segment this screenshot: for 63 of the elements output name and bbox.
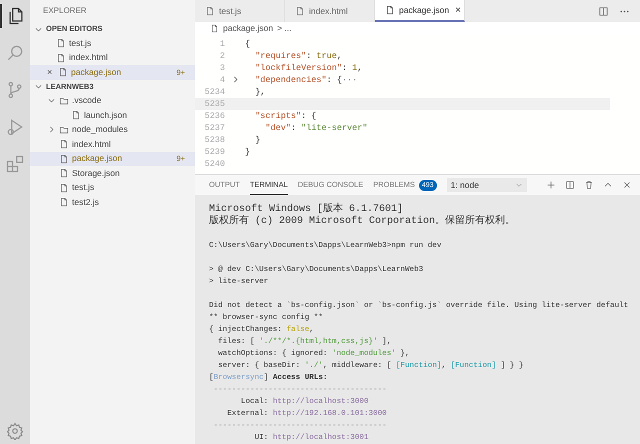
line-number: 5234: [204, 86, 225, 98]
chevron-icon: [514, 181, 523, 189]
file-icon: [59, 182, 69, 193]
close-button[interactable]: ×: [47, 66, 55, 79]
code-line: "dev": "lite-server": [264, 122, 368, 134]
file-icon: [205, 6, 215, 16]
file-icon: [210, 24, 219, 33]
folder-icon: [59, 124, 69, 135]
search-icon: [5, 43, 25, 63]
file-item[interactable]: .vscode: [30, 94, 195, 108]
file-item[interactable]: test.js: [30, 36, 195, 50]
code-line: "dependencies": {···: [254, 74, 358, 86]
line-number: 5236: [204, 110, 225, 122]
split-icon: [565, 180, 575, 190]
line-number: 4: [218, 74, 225, 86]
editor-tab[interactable]: package.json ×: [375, 0, 465, 22]
file-icon: [59, 168, 69, 178]
trash-icon: [584, 180, 594, 190]
split-editor-icon: [598, 6, 609, 16]
file-icon: [59, 197, 69, 208]
code-line: },: [254, 86, 266, 98]
file-item[interactable]: launch.json: [30, 108, 195, 122]
file-icon: [385, 5, 395, 15]
line-number: 5240: [204, 158, 225, 170]
file-icon: [58, 67, 68, 78]
breadcrumb-item[interactable]: package.json: [223, 22, 274, 35]
code-line: "scripts": {: [254, 110, 316, 122]
plus-icon: [546, 180, 556, 190]
close-icon: [622, 180, 632, 190]
line-number: 5235: [204, 98, 225, 110]
line-number: 5238: [204, 134, 225, 146]
line-number: 2: [218, 50, 225, 62]
sidebar-title: EXPLORER: [42, 5, 88, 17]
code-line: "lockfileVersion": 1,: [254, 62, 362, 74]
terminal-dropdown[interactable]: 1: node: [446, 178, 527, 192]
file-item[interactable]: node_modules: [30, 122, 195, 137]
code-line: }: [254, 134, 260, 146]
line-number: 1: [218, 38, 225, 50]
line-number: 5237: [204, 122, 225, 134]
folder-icon: [59, 96, 69, 106]
file-icon: [71, 110, 81, 120]
file-item[interactable]: test.js: [30, 180, 195, 195]
close-button[interactable]: ×: [455, 2, 461, 18]
file-item[interactable]: Storage.json: [30, 166, 195, 180]
code-line: }: [245, 146, 250, 158]
file-icon: [56, 52, 66, 63]
breadcrumb-item[interactable]: > ...: [277, 22, 292, 35]
code-line: {: [245, 38, 250, 50]
play-bug-icon: [5, 117, 25, 137]
code-line: "requires": true,: [254, 50, 342, 62]
line-number: 3: [218, 62, 225, 74]
settings-icon: [6, 422, 24, 440]
file-icon: [59, 139, 69, 150]
terminal-line: Microsoft Windows [版本 6.1.7601]: [209, 204, 404, 215]
file-item[interactable]: index.html: [30, 137, 195, 152]
line-number: 5239: [204, 146, 225, 158]
extensions-icon: [5, 154, 25, 174]
file-icon: [295, 6, 305, 16]
file-icon: [59, 154, 69, 164]
file-item[interactable]: test2.js: [30, 195, 195, 210]
terminal-line: 版权所有 (c) 2009 Microsoft Corporation。保留所有权利。: [209, 216, 516, 228]
file-item[interactable]: index.html: [30, 50, 195, 65]
file-icon: [56, 38, 66, 48]
